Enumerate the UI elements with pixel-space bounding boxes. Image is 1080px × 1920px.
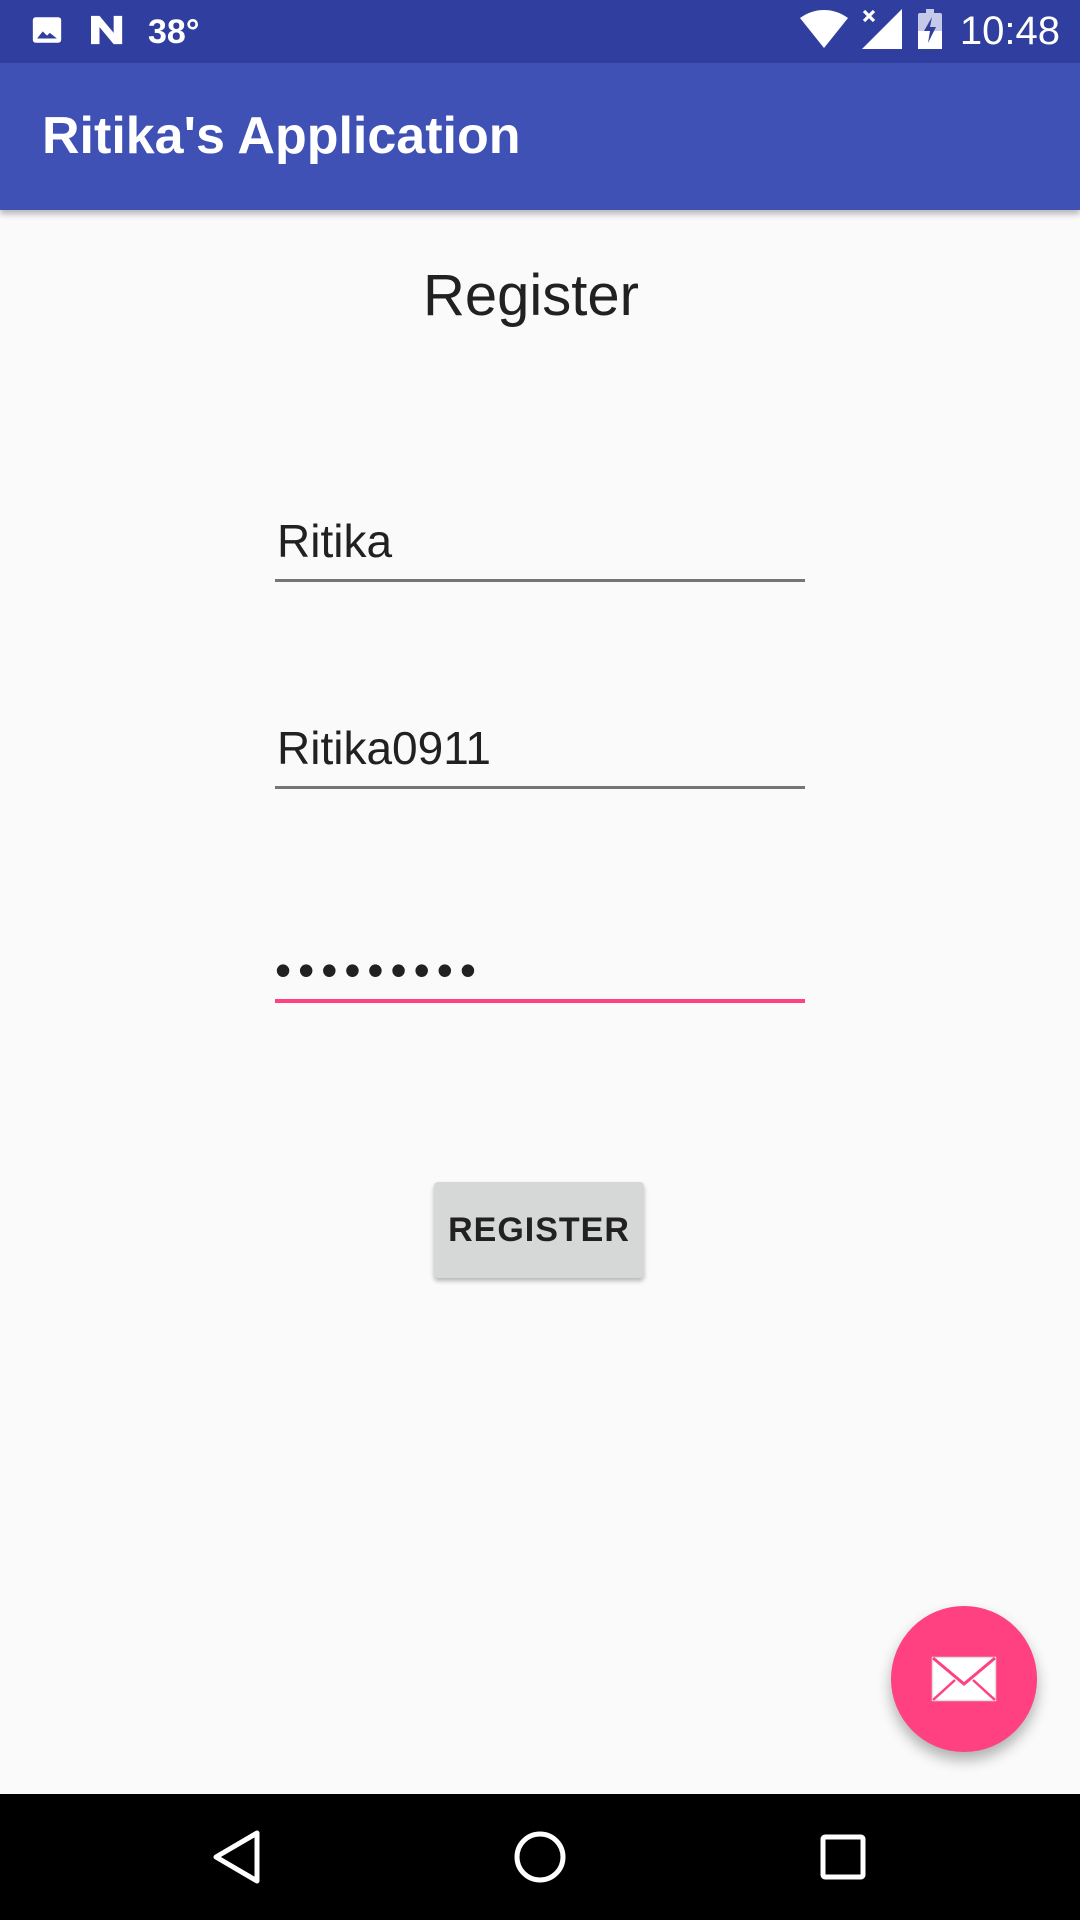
- mail-icon: [931, 1656, 997, 1702]
- recents-button[interactable]: [807, 1821, 879, 1893]
- image-icon: [30, 13, 64, 52]
- signal-no-data-icon: [861, 8, 902, 54]
- clock-text: 10:48: [959, 8, 1060, 53]
- username-input[interactable]: [275, 709, 805, 789]
- recents-icon: [819, 1833, 867, 1881]
- mail-fab-button[interactable]: [891, 1606, 1037, 1752]
- app-title: Ritika's Application: [42, 107, 521, 165]
- status-left: 38°: [30, 12, 199, 52]
- register-heading: Register: [423, 263, 639, 328]
- home-button[interactable]: [504, 1821, 576, 1893]
- password-input[interactable]: [275, 923, 805, 1003]
- wifi-icon: [799, 9, 848, 53]
- back-button[interactable]: [200, 1821, 272, 1893]
- status-bar: 38° 10:48: [0, 0, 1080, 63]
- battery-charging-icon: [917, 8, 942, 54]
- back-icon: [210, 1829, 262, 1885]
- app-bar: Ritika's Application: [0, 63, 1080, 210]
- register-button[interactable]: REGISTER: [434, 1182, 644, 1278]
- screen: 38° 10:48 Ritika's Application Register …: [0, 0, 1080, 1920]
- name-input[interactable]: [275, 502, 805, 582]
- n-logo-icon: [88, 13, 128, 52]
- navigation-bar: [0, 1794, 1080, 1920]
- home-icon: [513, 1830, 567, 1884]
- temperature-text: 38°: [148, 12, 200, 51]
- status-right: 10:48: [799, 8, 1060, 54]
